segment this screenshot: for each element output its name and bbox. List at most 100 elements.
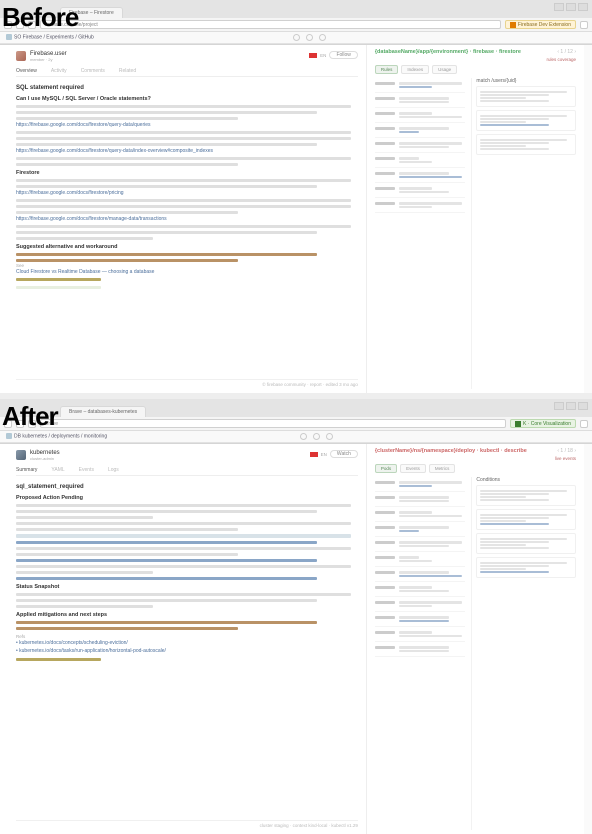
sidebar-pager[interactable]: ‹ 1 / 18 › <box>557 448 576 454</box>
scrollbar[interactable] <box>584 45 592 393</box>
after-frame: After Brave – databases-kubernetes Brave… <box>0 399 592 834</box>
tab-yaml[interactable]: YAML <box>51 467 64 473</box>
detail-card <box>476 134 576 155</box>
sidebar-row[interactable] <box>375 108 466 123</box>
prev-icon[interactable] <box>293 34 300 41</box>
sidebar-row[interactable] <box>375 582 466 597</box>
tab-overview[interactable]: Overview <box>16 68 37 74</box>
see-also-link[interactable]: Cloud Firestore vs Realtime Database — c… <box>16 269 358 275</box>
sidebar-row[interactable] <box>375 183 466 198</box>
menu-icon[interactable] <box>580 420 588 428</box>
tag-chip[interactable] <box>16 286 101 289</box>
prev-icon[interactable] <box>300 433 307 440</box>
event-line <box>16 541 317 544</box>
tab-comments[interactable]: Comments <box>81 68 105 74</box>
bookmark-item[interactable]: DB kubernetes / deployments / monitoring <box>6 433 107 439</box>
body-link[interactable]: https://firebase.google.com/docs/firesto… <box>16 122 358 128</box>
play-icon[interactable] <box>306 34 313 41</box>
browser-tab[interactable]: Brave – databases-kubernetes <box>60 406 146 417</box>
tab-activity[interactable]: Activity <box>51 68 67 74</box>
sb-tab[interactable]: Metrics <box>429 464 456 473</box>
window-controls[interactable] <box>554 402 588 410</box>
sidebar-row[interactable] <box>375 612 466 627</box>
sidebar-row[interactable] <box>375 138 466 153</box>
sidebar-row[interactable] <box>375 477 466 492</box>
sidebar-row[interactable] <box>375 537 466 552</box>
lang-flag-icon <box>310 452 318 457</box>
body-link[interactable]: https://firebase.google.com/docs/firesto… <box>16 190 358 196</box>
ref-link[interactable]: • kubernetes.io/docs/tasks/run-applicati… <box>16 648 358 654</box>
body-text <box>16 131 351 134</box>
sidebar-row[interactable] <box>375 93 466 108</box>
body-text <box>16 528 238 531</box>
sidebar-row[interactable] <box>375 78 466 93</box>
ref-link[interactable]: • kubernetes.io/docs/concepts/scheduling… <box>16 640 358 646</box>
body-text <box>16 137 351 140</box>
avatar[interactable] <box>16 51 26 61</box>
sidebar-row[interactable] <box>375 168 466 183</box>
body-text <box>16 105 351 108</box>
tab-related[interactable]: Related <box>119 68 136 74</box>
sidebar-status: rules coverage <box>375 57 576 62</box>
next-icon[interactable] <box>326 433 333 440</box>
tab-bar: Brave – databases-kubernetes <box>0 399 592 417</box>
extension-badge[interactable]: K · Core Visualization <box>510 419 576 428</box>
lang-code: EN <box>320 53 326 58</box>
body-text <box>16 522 351 525</box>
body-text <box>16 211 238 214</box>
scrollbar[interactable] <box>584 444 592 834</box>
address-bar[interactable]: Brave <box>40 419 506 428</box>
tab-events[interactable]: Events <box>79 467 94 473</box>
sb-tab[interactable]: Indexes <box>401 65 429 74</box>
address-bar[interactable]: firebase.console/project <box>40 20 501 29</box>
sidebar-row[interactable] <box>375 198 466 213</box>
sb-tab[interactable]: Pods <box>375 464 397 473</box>
menu-icon[interactable] <box>580 21 588 29</box>
tag-chip[interactable] <box>16 658 101 661</box>
avatar[interactable] <box>16 450 26 460</box>
follow-button[interactable]: Watch <box>330 450 358 458</box>
body-text <box>16 231 317 234</box>
bookmark-bar: DB kubernetes / deployments / monitoring <box>0 431 592 443</box>
body-text <box>16 510 317 513</box>
section-subheading: Firestore <box>16 170 358 176</box>
detail-card <box>476 533 576 554</box>
sidebar-pager[interactable]: ‹ 1 / 12 › <box>557 49 576 55</box>
bookmark-bar: SO Firebase / Experiments / GitHub <box>0 32 592 44</box>
body-text <box>16 179 351 182</box>
extension-badge[interactable]: Firebase Dev Extension <box>505 20 576 29</box>
tab-logs[interactable]: Logs <box>108 467 119 473</box>
sidebar-row[interactable] <box>375 522 466 537</box>
sidebar-row[interactable] <box>375 552 466 567</box>
next-icon[interactable] <box>319 34 326 41</box>
body-text <box>16 185 317 188</box>
sidebar-detail: match /users/{uid} <box>471 78 576 389</box>
follow-button[interactable]: Follow <box>329 51 357 59</box>
event-line <box>16 577 317 580</box>
content-footer: cluster staging · context kind-local · k… <box>16 820 358 828</box>
sb-tab[interactable]: Rules <box>375 65 399 74</box>
sidebar-row[interactable] <box>375 597 466 612</box>
tab-summary[interactable]: Summary <box>16 467 37 473</box>
sb-tab[interactable]: Usage <box>432 65 457 74</box>
show-more[interactable] <box>16 278 101 281</box>
body-link[interactable]: https://firebase.google.com/docs/firesto… <box>16 216 358 222</box>
sidebar-row[interactable] <box>375 567 466 582</box>
sidebar-row[interactable] <box>375 642 466 657</box>
sidebar-row[interactable] <box>375 507 466 522</box>
bookmark-icon <box>6 34 12 40</box>
detail-card <box>476 557 576 578</box>
body-text <box>16 599 317 602</box>
sidebar-row[interactable] <box>375 123 466 138</box>
detail-title: Conditions <box>476 477 576 483</box>
body-link[interactable]: https://firebase.google.com/docs/firesto… <box>16 148 358 154</box>
player-controls <box>117 433 516 440</box>
bookmark-item[interactable]: SO Firebase / Experiments / GitHub <box>6 34 94 40</box>
sidebar-row[interactable] <box>375 492 466 507</box>
window-controls[interactable] <box>554 3 588 11</box>
play-icon[interactable] <box>313 433 320 440</box>
sidebar-row[interactable] <box>375 627 466 642</box>
sb-tab[interactable]: Events <box>400 464 426 473</box>
author-meta: cluster-admin <box>30 456 60 461</box>
sidebar-row[interactable] <box>375 153 466 168</box>
